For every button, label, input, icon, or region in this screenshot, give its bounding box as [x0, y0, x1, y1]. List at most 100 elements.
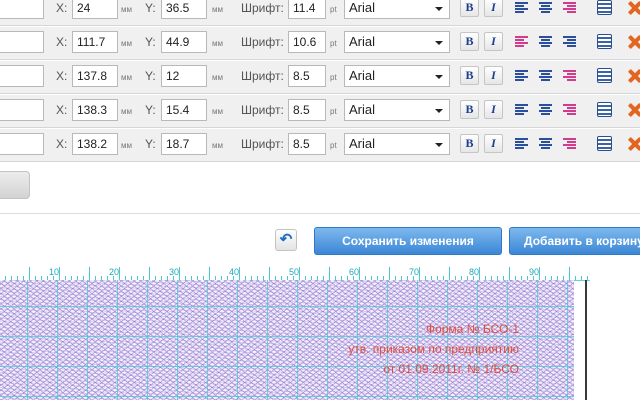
field-name-input[interactable]	[0, 99, 44, 121]
align-center-icon[interactable]	[539, 137, 552, 150]
delete-icon[interactable]	[627, 34, 640, 50]
font-size-input[interactable]: 8.5	[288, 133, 326, 155]
field-name-input[interactable]	[0, 31, 44, 53]
preview-text-line[interactable]: утв. приказом по предприятию	[348, 342, 519, 356]
align-left-icon[interactable]	[515, 35, 528, 48]
align-left-icon[interactable]	[515, 69, 528, 82]
add-to-cart-button[interactable]: Добавить в корзину	[509, 227, 640, 255]
ruler-label: 70	[409, 267, 420, 277]
align-right-icon[interactable]	[563, 103, 576, 116]
font-select[interactable]: Arial	[344, 65, 450, 87]
field-row: X: 24 мм Y: 36.5 мм Шрифт: 11.4 pt Arial…	[0, 0, 640, 26]
ruler-tick	[581, 276, 582, 280]
x-input[interactable]: 111.7	[72, 31, 118, 53]
delete-icon[interactable]	[627, 0, 640, 16]
y-label: Y:	[145, 103, 156, 117]
y-unit: мм	[212, 5, 223, 14]
font-select[interactable]: Arial	[344, 31, 450, 53]
font-size-input[interactable]: 8.5	[288, 65, 326, 87]
layers-icon[interactable]	[597, 68, 612, 83]
undo-icon[interactable]: ↶	[275, 229, 297, 251]
bold-button[interactable]: B	[460, 0, 479, 17]
y-input[interactable]: 18.7	[161, 133, 207, 155]
font-size-input[interactable]: 10.6	[288, 31, 326, 53]
pt-unit: pt	[330, 141, 337, 150]
font-select-value: Arial	[349, 68, 376, 83]
field-name-input[interactable]	[0, 0, 44, 19]
ruler-tick	[179, 267, 180, 280]
delete-icon[interactable]	[627, 136, 640, 152]
italic-button[interactable]: I	[484, 66, 503, 85]
align-right-icon[interactable]	[563, 137, 576, 150]
y-input[interactable]: 36.5	[161, 0, 207, 19]
ruler: 102030405060708090100110120130	[0, 266, 590, 281]
font-size-input[interactable]: 8.5	[288, 99, 326, 121]
layers-icon[interactable]	[597, 0, 612, 15]
y-input[interactable]: 15.4	[161, 99, 207, 121]
delete-icon[interactable]	[627, 68, 640, 84]
font-size-label: Шрифт:	[241, 69, 284, 83]
y-label: Y:	[145, 69, 156, 83]
italic-button[interactable]: I	[484, 0, 503, 17]
ruler-tick	[329, 267, 330, 280]
ruler-tick	[89, 267, 90, 280]
italic-button[interactable]: I	[484, 100, 503, 119]
align-center-icon[interactable]	[539, 69, 552, 82]
font-size-label: Шрифт:	[241, 103, 284, 117]
align-right-icon[interactable]	[563, 69, 576, 82]
x-input[interactable]: 138.3	[72, 99, 118, 121]
ruler-tick	[119, 267, 120, 280]
pt-unit: pt	[330, 73, 337, 82]
field-name-input[interactable]	[0, 133, 44, 155]
chevron-down-icon	[435, 109, 443, 113]
font-size-label: Шрифт:	[241, 137, 284, 151]
y-input[interactable]: 12	[161, 65, 207, 87]
save-changes-button[interactable]: Сохранить изменения	[314, 227, 502, 255]
align-center-icon[interactable]	[539, 35, 552, 48]
y-unit: мм	[212, 73, 223, 82]
ruler-label: 20	[109, 267, 120, 277]
layers-icon[interactable]	[597, 102, 612, 117]
font-select[interactable]: Arial	[344, 133, 450, 155]
align-left-icon[interactable]	[515, 137, 528, 150]
delete-icon[interactable]	[627, 102, 640, 118]
align-center-icon[interactable]	[539, 103, 552, 116]
bold-button[interactable]: B	[460, 32, 479, 51]
y-input[interactable]: 44.9	[161, 31, 207, 53]
ruler-tick	[209, 267, 210, 280]
x-input[interactable]: 137.8	[72, 65, 118, 87]
layers-icon[interactable]	[597, 34, 612, 49]
x-unit: мм	[121, 39, 132, 48]
chevron-down-icon	[435, 41, 443, 45]
y-unit: мм	[212, 141, 223, 150]
x-label: X:	[56, 35, 68, 49]
field-name-input[interactable]	[0, 65, 44, 87]
italic-button[interactable]: I	[484, 134, 503, 153]
x-unit: мм	[121, 141, 132, 150]
bold-button[interactable]: B	[460, 100, 479, 119]
ruler-tick	[59, 267, 60, 280]
ruler-tick	[539, 267, 540, 280]
bold-button[interactable]: B	[460, 66, 479, 85]
x-input[interactable]: 24	[72, 0, 118, 19]
y-label: Y:	[145, 35, 156, 49]
pt-unit: pt	[330, 107, 337, 116]
preview-text-line[interactable]: от 01.09.2011г. № 1/БСО	[383, 362, 519, 376]
font-size-input[interactable]: 11.4	[288, 0, 326, 19]
align-left-icon[interactable]	[515, 103, 528, 116]
align-center-icon[interactable]	[539, 1, 552, 14]
layers-icon[interactable]	[597, 136, 612, 151]
align-left-icon[interactable]	[515, 1, 528, 14]
secondary-button[interactable]	[0, 171, 30, 199]
italic-button[interactable]: I	[484, 32, 503, 51]
align-right-icon[interactable]	[563, 1, 576, 14]
ruler-label: 80	[469, 267, 480, 277]
ruler-tick	[359, 267, 360, 280]
font-select[interactable]: Arial	[344, 99, 450, 121]
x-input[interactable]: 138.2	[72, 133, 118, 155]
bold-button[interactable]: B	[460, 134, 479, 153]
font-select[interactable]: Arial	[344, 0, 450, 19]
preview-text-line[interactable]: Форма № БСО-1	[426, 322, 519, 336]
ruler-tick	[449, 267, 450, 280]
align-right-icon[interactable]	[563, 35, 576, 48]
